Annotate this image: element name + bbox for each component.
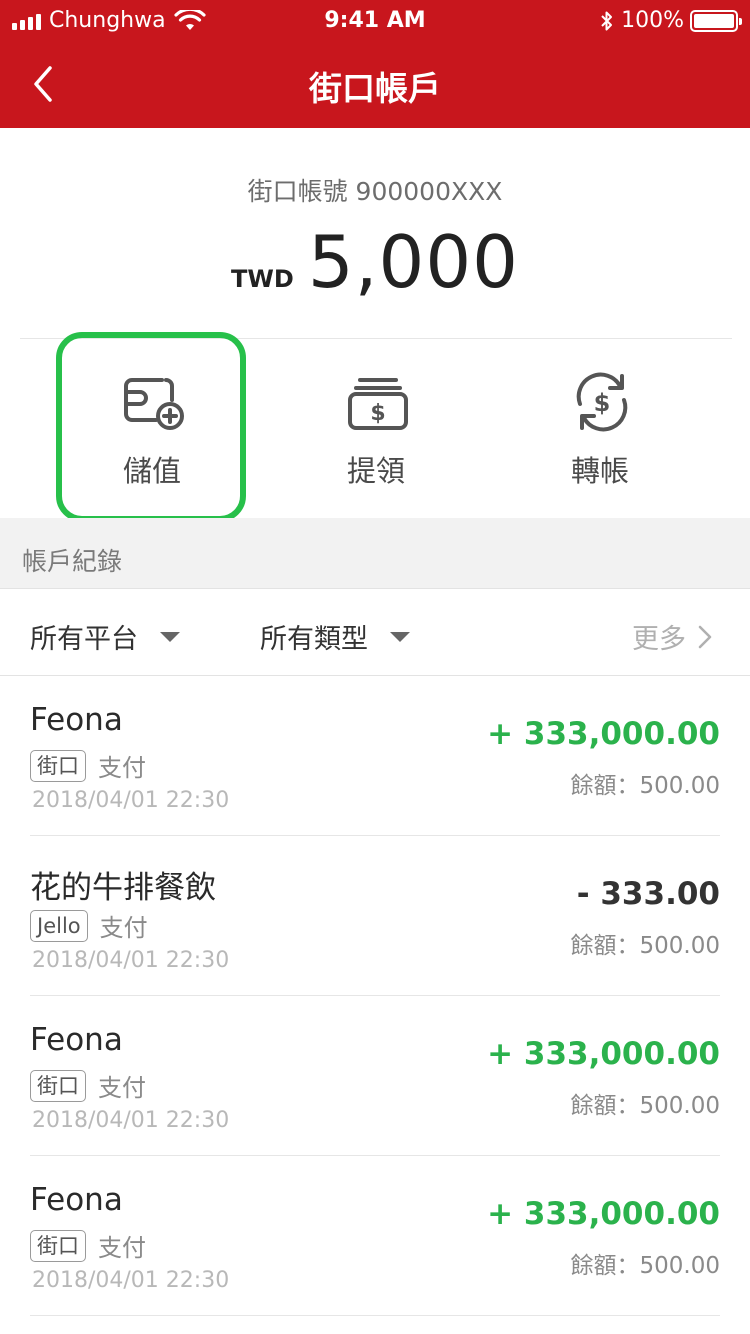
back-chevron-icon[interactable]: [28, 60, 60, 108]
transaction-name: Feona: [30, 1022, 123, 1058]
type-filter-label: 所有類型: [260, 624, 368, 655]
more-label: 更多: [632, 624, 686, 655]
svg-text:$: $: [594, 389, 611, 417]
transaction-date: 2018/04/01 22:30: [32, 1268, 230, 1293]
status-bar: Chunghwa 9:41 AM 100%: [0, 0, 750, 40]
transaction-name: Feona: [30, 702, 123, 738]
caret-down-icon: [390, 631, 410, 642]
transaction-type: 支付: [98, 1074, 146, 1102]
transaction-row[interactable]: Feona 街口 支付 2018/04/01 22:30 + 333,000.0…: [0, 996, 750, 1156]
transaction-amount: + 333,000.00: [487, 1196, 720, 1232]
transaction-row[interactable]: Feona 街口 支付 2018/04/01 22:30 + 333,000.0…: [0, 676, 750, 836]
transaction-row[interactable]: 花的牛排餐飲 Jello 支付 2018/04/01 22:30 - 333.0…: [0, 836, 750, 996]
platform-filter-dropdown[interactable]: 所有平台: [30, 617, 180, 656]
caret-down-icon: [160, 631, 180, 642]
platform-tag: 街口: [30, 1229, 86, 1262]
transaction-amount: - 333.00: [576, 876, 720, 912]
transaction-date: 2018/04/01 22:30: [32, 1108, 230, 1133]
cash-withdraw-icon: $: [348, 378, 408, 430]
transaction-name: 花的牛排餐飲: [30, 870, 216, 906]
account-number: 街口帳號 900000XXX: [247, 177, 503, 206]
carrier-label: Chunghwa: [49, 8, 166, 33]
nav-bar: 街口帳戶: [0, 40, 750, 128]
transaction-type: 支付: [98, 754, 146, 782]
currency-label: TWD: [231, 265, 294, 293]
transaction-balance: 餘額：500.00: [570, 773, 720, 799]
battery-percent: 100%: [621, 8, 684, 33]
more-link[interactable]: 更多: [632, 617, 712, 656]
deposit-button[interactable]: 儲值: [62, 340, 242, 518]
type-filter-dropdown[interactable]: 所有類型: [260, 617, 410, 656]
divider: [20, 338, 732, 339]
platform-filter-label: 所有平台: [30, 624, 138, 655]
transaction-amount: + 333,000.00: [487, 1036, 720, 1072]
transaction-balance: 餘額：500.00: [570, 1253, 720, 1279]
balance-display: TWD 5,000: [0, 220, 750, 304]
svg-text:$: $: [370, 401, 385, 426]
transfer-label: 轉帳: [570, 454, 629, 488]
transaction-name: Feona: [30, 1182, 123, 1218]
row-divider: [30, 1315, 720, 1316]
transaction-date: 2018/04/01 22:30: [32, 788, 230, 813]
records-section-header: 帳戶紀錄: [0, 518, 750, 588]
transaction-type: 支付: [98, 1234, 146, 1262]
filter-bar: 所有平台 所有類型 更多: [0, 588, 750, 676]
transaction-amount: + 333,000.00: [487, 716, 720, 752]
withdraw-label: 提領: [346, 454, 405, 488]
platform-tag: 街口: [30, 1069, 86, 1102]
chevron-right-icon: [698, 625, 712, 648]
action-row: 儲值 $ 提領 $ 轉帳: [0, 340, 750, 518]
withdraw-button[interactable]: $ 提領: [286, 340, 466, 518]
dollar-transfer-icon: $: [576, 372, 628, 432]
transaction-date: 2018/04/01 22:30: [32, 948, 230, 973]
transaction-row[interactable]: Feona 街口 支付 2018/04/01 22:30 + 333,000.0…: [0, 1156, 750, 1316]
deposit-label: 儲值: [122, 454, 181, 488]
transfer-button[interactable]: $ 轉帳: [510, 340, 690, 518]
transaction-type: 支付: [99, 914, 148, 942]
wallet-plus-icon: [124, 378, 184, 430]
battery-icon: [690, 9, 742, 32]
wifi-icon: [173, 9, 206, 30]
top-bar: Chunghwa 9:41 AM 100% 街口帳戶: [0, 0, 750, 128]
signal-icon: [12, 12, 41, 30]
page-title: 街口帳戶: [309, 69, 441, 108]
platform-tag: 街口: [30, 749, 86, 782]
transaction-balance: 餘額：500.00: [570, 1093, 720, 1119]
bluetooth-icon: [601, 11, 613, 30]
section-title: 帳戶紀錄: [22, 547, 123, 576]
transaction-balance: 餘額：500.00: [570, 933, 720, 959]
balance-amount: 5,000: [307, 220, 519, 304]
platform-tag: Jello: [30, 909, 88, 942]
